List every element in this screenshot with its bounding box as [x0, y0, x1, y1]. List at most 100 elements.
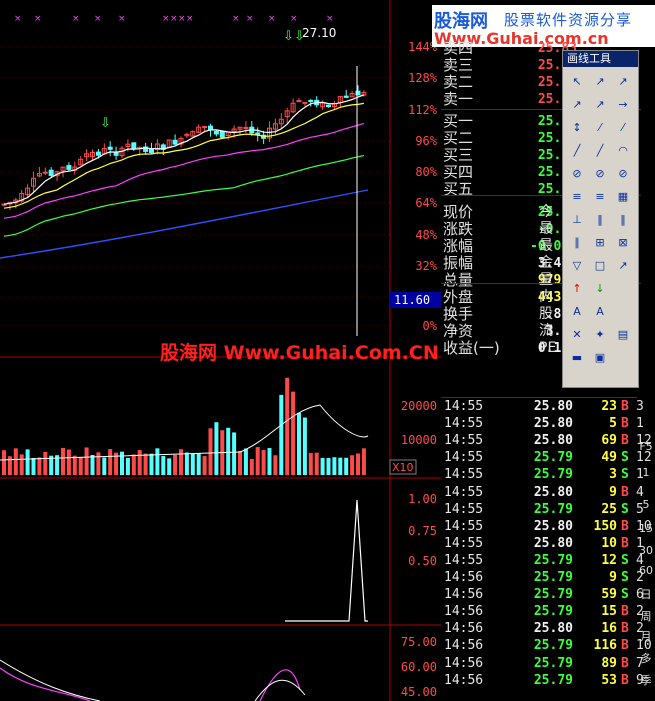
- quote-label: 换手: [443, 305, 474, 323]
- volume-bar: [332, 457, 337, 475]
- draw-tool-icon[interactable]: ≡: [590, 188, 610, 206]
- tick-volume: 12: [601, 552, 617, 568]
- quote-label: 卖四: [443, 39, 474, 57]
- peak-label: 27.10: [302, 26, 336, 40]
- volume-bar: [137, 449, 142, 475]
- draw-tool-icon[interactable]: ╱: [567, 142, 587, 160]
- tick-direction: B: [621, 416, 629, 432]
- tick-volume: 15: [601, 604, 617, 620]
- draw-tool-icon[interactable]: A: [590, 303, 610, 321]
- draw-tool-icon[interactable]: ↕: [567, 119, 587, 137]
- draw-tool-icon[interactable]: ↓: [590, 280, 610, 298]
- candle-body: [326, 104, 331, 108]
- draw-tool-icon[interactable]: ↑: [567, 280, 587, 298]
- draw-tool-icon[interactable]: ↗: [567, 96, 587, 114]
- tick-time: 14:55: [444, 552, 484, 568]
- draw-tool-icon[interactable]: ▽: [567, 257, 587, 275]
- volume-bar: [361, 448, 366, 475]
- draw-tool-icon[interactable]: ↗: [590, 73, 610, 91]
- draw-tool-icon[interactable]: A: [567, 303, 587, 321]
- tick-time: 14:56: [444, 604, 484, 620]
- period-tab[interactable]: 15: [637, 522, 655, 535]
- tick-price: 25.79: [533, 467, 573, 483]
- volume-bar: [125, 457, 130, 475]
- draw-tool-icon[interactable]: ▬: [567, 349, 587, 367]
- tick-time: 14:56: [444, 655, 484, 671]
- draw-tool-icon[interactable]: ↖: [567, 73, 587, 91]
- volume-bar: [120, 451, 124, 475]
- candle-body: [149, 148, 154, 153]
- tick-direction: B: [621, 433, 629, 449]
- draw-tool-icon[interactable]: ▣: [590, 349, 610, 367]
- draw-tool-icon[interactable]: ∥: [567, 234, 587, 252]
- draw-tool-icon[interactable]: ⊘: [613, 165, 633, 183]
- draw-tool-icon[interactable]: ╱: [590, 142, 610, 160]
- candle-body: [213, 130, 219, 135]
- draw-tool-icon[interactable]: ⁄: [613, 119, 633, 137]
- tick-price: 25.80: [533, 621, 573, 637]
- period-tab[interactable]: 60: [637, 564, 655, 577]
- signal-mark: ×: [232, 14, 240, 24]
- period-tab[interactable]: 月: [637, 628, 655, 644]
- draw-tool-icon[interactable]: ⊠: [613, 234, 633, 252]
- draw-tool-icon[interactable]: ◠: [613, 142, 633, 160]
- period-tab[interactable]: 多: [637, 650, 655, 666]
- candle-body: [296, 100, 302, 103]
- draw-tool-icon[interactable]: □: [590, 257, 610, 275]
- draw-tool-icon[interactable]: [613, 280, 633, 298]
- draw-tool-icon[interactable]: ⁄: [590, 119, 610, 137]
- draw-tool-icon[interactable]: [613, 303, 633, 321]
- tick-price: 25.79: [533, 604, 573, 620]
- draw-tool-icon[interactable]: ⊘: [590, 165, 610, 183]
- draw-tool-icon[interactable]: ✦: [590, 326, 610, 344]
- draw-tool-icon[interactable]: ▤: [613, 326, 633, 344]
- draw-tool-icon[interactable]: ⊞: [590, 234, 610, 252]
- drawing-toolbox[interactable]: 画线工具 ↖ ↗ ↗ ↗ ↗ → ↕ ⁄ ⁄ ╱ ╱ ◠ ⊘ ⊘ ⊘ ≡ ≡ ▦ ⊥ ‖ ‖ ∥ ⊞ ⊠ ▽ □ ↗ ↑ ↓ A A ✕ ✦ ▤ ▬…: [562, 50, 639, 388]
- signal-mark: ×: [14, 14, 22, 24]
- period-tab[interactable]: 5: [637, 498, 655, 511]
- draw-tool-icon[interactable]: ✕: [567, 326, 587, 344]
- draw-tool-icon[interactable]: ▦: [613, 188, 633, 206]
- tick-direction: S: [621, 501, 629, 517]
- tick-direction: B: [621, 621, 629, 637]
- tick-time: 14:56: [444, 587, 484, 603]
- volume-bar: [43, 451, 48, 475]
- period-tab[interactable]: 30: [637, 544, 655, 557]
- indicator-axis-label: 0.75: [408, 524, 437, 538]
- buy-arrow-icon: ⇩: [283, 29, 294, 44]
- kd-axis-label: 60.00: [401, 660, 437, 674]
- tick-volume: 16: [601, 621, 617, 637]
- tick-direction: B: [621, 518, 629, 534]
- volume-bar: [326, 458, 331, 475]
- volume-axis-label: 10000: [401, 433, 437, 447]
- draw-tool-icon[interactable]: ‖: [590, 211, 610, 229]
- period-tab[interactable]: 季: [637, 672, 655, 688]
- draw-tool-icon[interactable]: →: [613, 96, 633, 114]
- price-axis-label: 48%: [415, 228, 437, 242]
- draw-tool-icon[interactable]: [613, 349, 633, 367]
- quote-extra: 最: [539, 238, 553, 254]
- period-tab[interactable]: 日: [637, 586, 655, 602]
- draw-tool-icon[interactable]: ↗: [590, 96, 610, 114]
- volume-bar: [2, 450, 6, 475]
- watermark: 股海网 Www.Guhai.Com.CN: [160, 342, 439, 364]
- draw-tool-icon[interactable]: ‖: [613, 211, 633, 229]
- draw-tool-icon[interactable]: ↗: [613, 73, 633, 91]
- quote-extra: 量: [539, 272, 553, 288]
- tick-time: 14:56: [444, 570, 484, 585]
- period-tab[interactable]: 1: [637, 466, 655, 479]
- draw-tool-icon[interactable]: ⊥: [567, 211, 587, 229]
- quote-label: 净资: [443, 322, 474, 340]
- draw-tool-icon[interactable]: ↗: [613, 257, 633, 275]
- tick-volume: 150: [593, 518, 617, 534]
- tick-price: 25.79: [533, 638, 573, 654]
- draw-tool-icon[interactable]: ≡: [567, 188, 587, 206]
- tick-volume: 53: [601, 672, 617, 688]
- quote-label: 卖二: [443, 73, 474, 91]
- period-tab[interactable]: 周: [637, 608, 655, 624]
- period-tab[interactable]: F5: [637, 440, 655, 453]
- volume-bar: [314, 452, 319, 475]
- quote-extra: 流: [539, 323, 553, 339]
- quote-label: 卖三: [443, 56, 474, 74]
- draw-tool-icon[interactable]: ⊘: [567, 165, 587, 183]
